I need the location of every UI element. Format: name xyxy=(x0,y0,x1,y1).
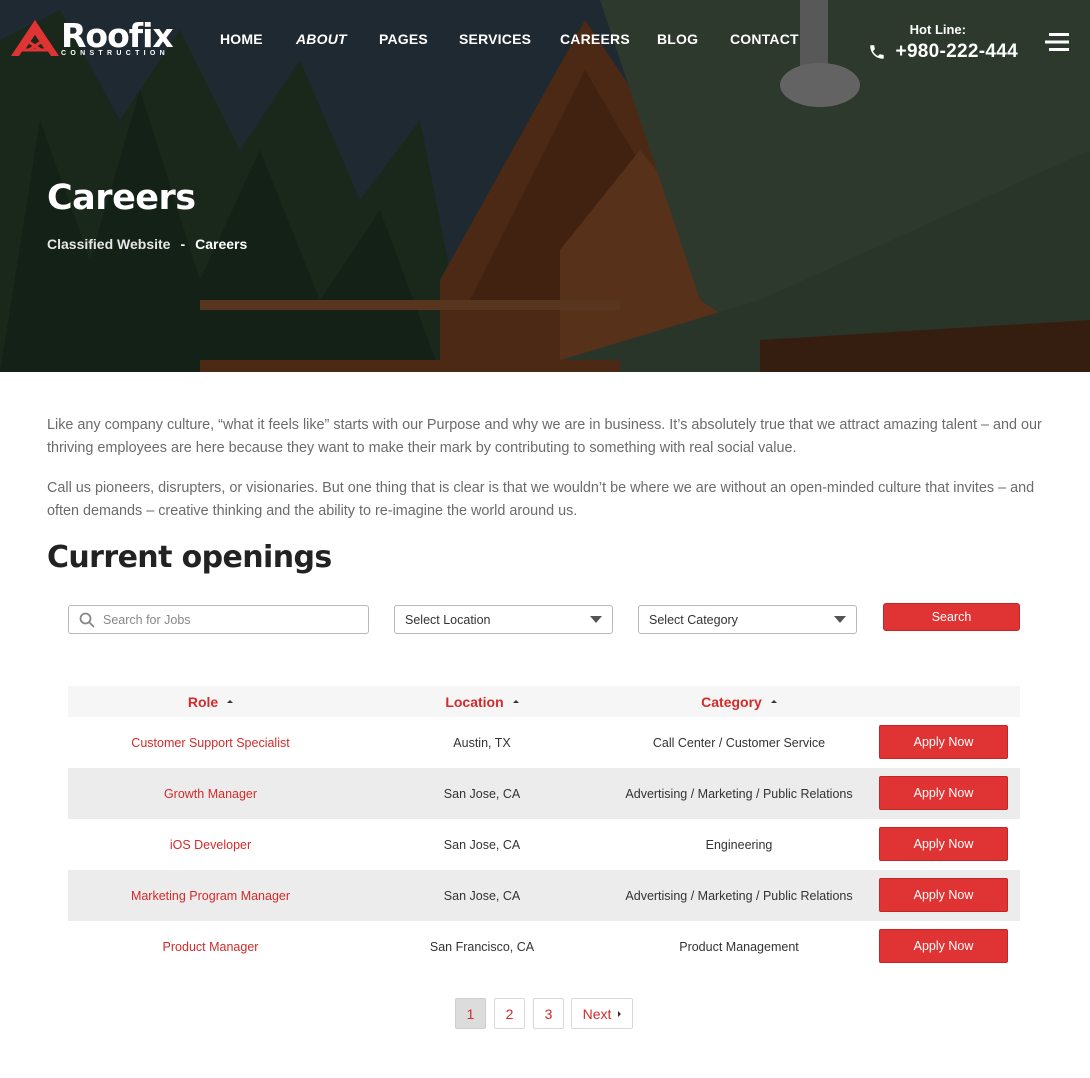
category-select[interactable]: Select Category xyxy=(638,605,857,634)
job-location: San Jose, CA xyxy=(443,837,521,852)
column-header-label: Category xyxy=(701,693,762,710)
search-button[interactable]: Search xyxy=(883,603,1020,631)
logo-text: Roofix CONSTRUCTION xyxy=(61,16,174,58)
brand-name: Roofix xyxy=(61,16,174,55)
apply-now-button[interactable]: Apply Now xyxy=(879,827,1008,861)
column-header-role[interactable]: Role xyxy=(68,686,353,717)
apply-now-button[interactable]: Apply Now xyxy=(879,878,1008,912)
location-select-value: Select Location xyxy=(405,612,491,627)
site-header: Roofix CONSTRUCTION HOME ABOUT PAGES SER… xyxy=(0,0,1090,80)
nav-item-careers[interactable]: CAREERS xyxy=(560,31,630,47)
roof-logo-icon xyxy=(11,20,59,56)
job-role-link[interactable]: Customer Support Specialist xyxy=(68,717,353,768)
breadcrumb-current: Careers xyxy=(195,236,248,252)
job-category: Engineering xyxy=(705,837,773,852)
openings-table: Role Location Category Customer Support … xyxy=(68,686,1020,972)
table-header: Role Location Category xyxy=(68,686,1020,717)
phone-icon xyxy=(869,45,884,59)
job-role-link[interactable]: Growth Manager xyxy=(68,768,353,819)
job-category: Call Center / Customer Service xyxy=(652,735,826,750)
job-location: San Francisco, CA xyxy=(429,939,535,954)
sort-up-icon xyxy=(770,700,777,703)
job-role-link[interactable]: Marketing Program Manager xyxy=(68,870,353,921)
table-row: Customer Support Specialist Austin, TX C… xyxy=(68,717,1020,768)
breadcrumb: Classified Website - Careers xyxy=(47,236,247,252)
apply-now-button[interactable]: Apply Now xyxy=(879,776,1008,810)
next-page-button[interactable]: Next xyxy=(571,998,633,1029)
chevron-down-icon xyxy=(590,616,602,623)
category-select-value: Select Category xyxy=(649,612,738,627)
intro-paragraph-1: Like any company culture, “what it feels… xyxy=(47,417,1042,456)
job-category: Product Management xyxy=(679,939,799,954)
breadcrumb-home-link[interactable]: Classified Website xyxy=(47,236,170,252)
job-role-link[interactable]: Product Manager xyxy=(68,921,353,972)
logo[interactable]: Roofix CONSTRUCTION xyxy=(9,18,174,60)
openings-title: Current openings xyxy=(47,540,332,575)
nav-item-home[interactable]: HOME xyxy=(220,31,263,47)
column-header-label: Role xyxy=(187,693,219,710)
job-role-link[interactable]: iOS Developer xyxy=(68,819,353,870)
hotline-label: Hot Line: xyxy=(909,22,966,37)
hamburger-menu-icon[interactable] xyxy=(1045,31,1069,53)
table-row: iOS Developer San Jose, CA Engineering A… xyxy=(68,819,1020,870)
breadcrumb-separator: - xyxy=(180,236,186,252)
apply-now-button[interactable]: Apply Now xyxy=(879,929,1008,963)
nav-item-contact[interactable]: CONTACT xyxy=(730,31,799,47)
hero-banner: Roofix CONSTRUCTION HOME ABOUT PAGES SER… xyxy=(0,0,1090,372)
job-search-box xyxy=(68,605,369,634)
page-button-1[interactable]: 1 xyxy=(455,998,486,1029)
chevron-down-icon xyxy=(834,616,846,623)
job-location: Austin, TX xyxy=(453,735,511,750)
job-search-input[interactable] xyxy=(103,612,353,627)
hotline-number: +980-222-444 xyxy=(895,41,1018,62)
nav-item-pages[interactable]: PAGES xyxy=(379,31,428,47)
intro-paragraph-2: Call us pioneers, disrupters, or visiona… xyxy=(47,480,1035,519)
hotline[interactable]: Hot Line: +980-222-444 xyxy=(868,22,1018,63)
job-category: Advertising / Marketing / Public Relatio… xyxy=(625,888,853,903)
job-category: Advertising / Marketing / Public Relatio… xyxy=(625,786,853,801)
job-location: San Jose, CA xyxy=(443,888,521,903)
page-button-3[interactable]: 3 xyxy=(533,998,564,1029)
page-title: Careers xyxy=(47,178,196,218)
column-header-location[interactable]: Location xyxy=(353,686,611,717)
brand-tagline: CONSTRUCTION xyxy=(61,50,169,57)
sort-up-icon xyxy=(512,700,519,703)
table-row: Marketing Program Manager San Jose, CA A… xyxy=(68,870,1020,921)
chevron-right-icon xyxy=(618,1010,622,1017)
location-select[interactable]: Select Location xyxy=(394,605,613,634)
apply-now-button[interactable]: Apply Now xyxy=(879,725,1008,759)
column-header-category[interactable]: Category xyxy=(611,686,867,717)
nav-item-services[interactable]: SERVICES xyxy=(459,31,531,47)
next-page-label: Next xyxy=(582,1005,612,1022)
job-location: San Jose, CA xyxy=(443,786,521,801)
column-header-label: Location xyxy=(445,693,504,710)
table-row: Product Manager San Francisco, CA Produc… xyxy=(68,921,1020,972)
table-row: Growth Manager San Jose, CA Advertising … xyxy=(68,768,1020,819)
search-icon xyxy=(79,612,95,628)
page-button-2[interactable]: 2 xyxy=(494,998,525,1029)
nav-item-blog[interactable]: BLOG xyxy=(657,31,698,47)
sort-up-icon xyxy=(227,700,234,703)
nav-item-about[interactable]: ABOUT xyxy=(296,31,347,47)
